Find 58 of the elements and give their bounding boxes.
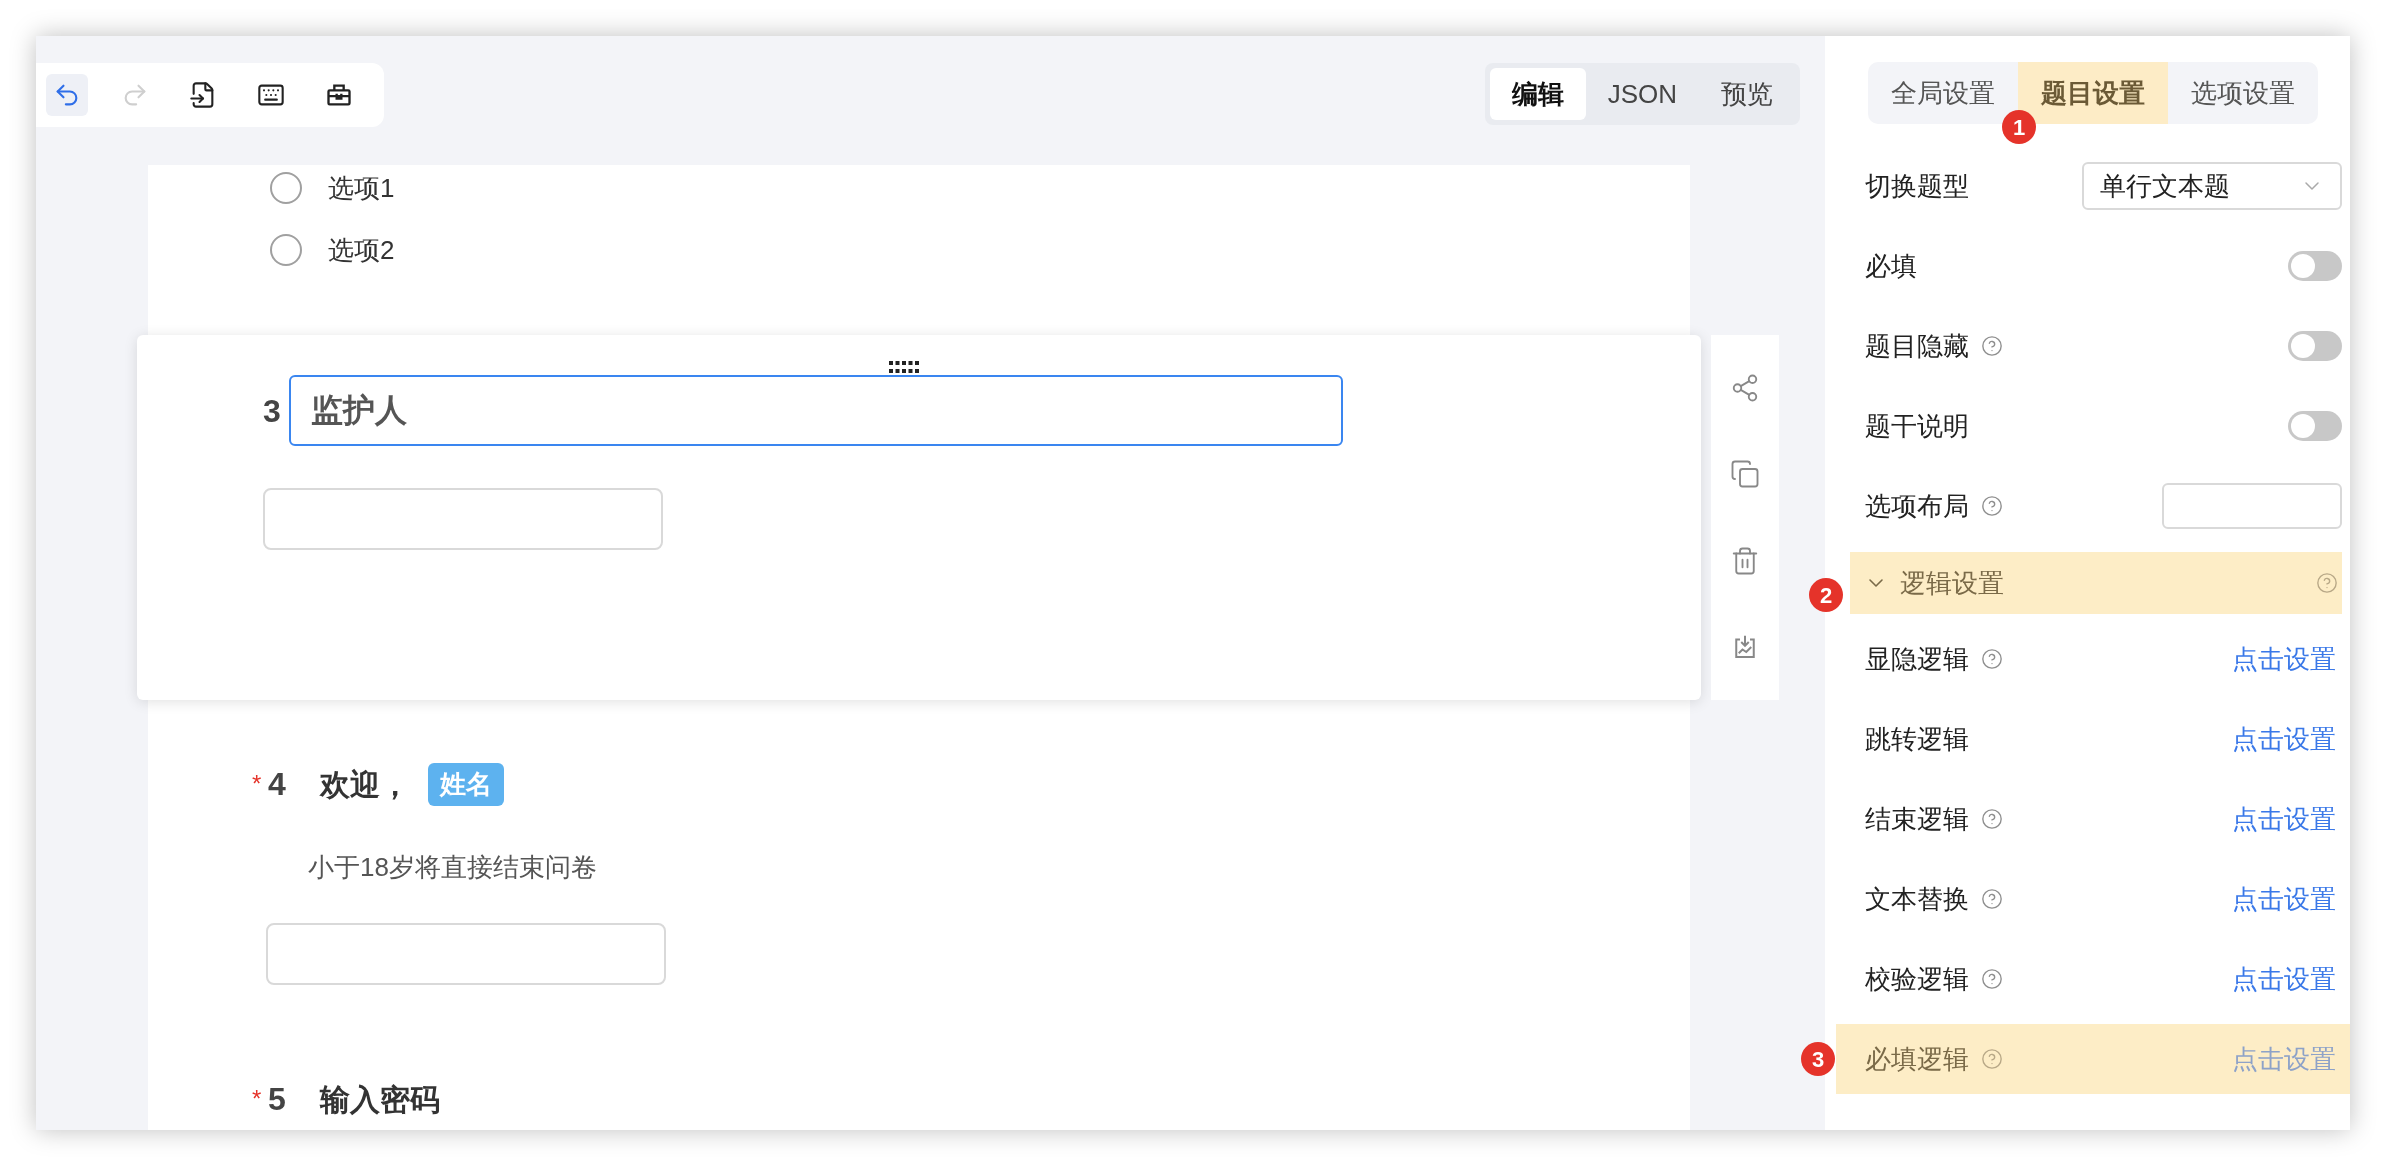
question-description: 小于18岁将直接结束问卷 — [308, 851, 598, 884]
question-title-field[interactable]: 监护人 — [288, 375, 1343, 446]
setting-label: 文本替换 — [1865, 882, 1969, 916]
layout-input-field[interactable] — [2162, 483, 2342, 529]
help-icon[interactable] — [1981, 1048, 2003, 1070]
setting-label: 选项布局 — [1865, 489, 1969, 523]
setting-label: 切换题型 — [1865, 169, 1969, 203]
question-type-select[interactable]: 单行文本题 — [2082, 162, 2342, 210]
setting-label: 校验逻辑 — [1865, 962, 1969, 996]
delete-icon[interactable] — [1730, 545, 1760, 576]
setting-label: 显隐逻辑 — [1865, 642, 1969, 676]
set-link[interactable]: 点击设置 — [2232, 639, 2336, 679]
required-asterisk: * — [252, 770, 262, 797]
undo-button[interactable] — [46, 74, 88, 116]
step-marker: 1 — [2002, 110, 2036, 144]
setting-label: 跳转逻辑 — [1865, 722, 1969, 756]
required-asterisk: * — [252, 1085, 262, 1112]
set-link[interactable]: 点击设置 — [2232, 719, 2336, 759]
step-marker: 3 — [1801, 1042, 1835, 1076]
radio-button[interactable] — [270, 172, 302, 204]
option-label: 选项1 — [328, 171, 395, 205]
toggle-switch[interactable] — [2288, 411, 2342, 441]
set-link[interactable]: 点击设置 — [2232, 799, 2336, 839]
mode-tab[interactable]: 编辑 — [1489, 68, 1586, 120]
copy-icon[interactable] — [1730, 459, 1760, 490]
help-icon[interactable] — [2316, 572, 2338, 594]
help-icon[interactable] — [1981, 808, 2003, 830]
help-icon[interactable] — [1981, 888, 2003, 910]
drag-handle-icon[interactable] — [889, 361, 919, 373]
setting-label: 题目隐藏 — [1865, 329, 1969, 363]
radio-button[interactable] — [270, 234, 302, 266]
setting-label: 必填逻辑 — [1865, 1042, 1969, 1076]
help-icon[interactable] — [1981, 648, 2003, 670]
toggle-switch[interactable] — [2288, 331, 2342, 361]
set-link[interactable]: 点击设置 — [2232, 959, 2336, 999]
option-label: 选项2 — [328, 233, 395, 267]
answer-field[interactable] — [263, 488, 663, 550]
setting-label: 必填 — [1865, 249, 1917, 283]
question-title: 欢迎， — [319, 766, 410, 803]
setting-label: 题干说明 — [1865, 409, 1969, 443]
help-icon[interactable] — [1981, 968, 2003, 990]
help-icon[interactable] — [1981, 495, 2003, 517]
question-title: 输入密码 — [319, 1081, 440, 1118]
question-number: 5 — [268, 1080, 286, 1119]
set-link[interactable]: 点击设置 — [2232, 879, 2336, 919]
mode-tab[interactable]: JSON — [1585, 68, 1699, 120]
question-number: 3 — [263, 391, 281, 431]
answer-field[interactable] — [266, 923, 666, 985]
name-tag: 姓名 — [427, 762, 504, 806]
step-marker: 2 — [1809, 578, 1843, 612]
logic-section-header[interactable]: 逻辑设置 — [1850, 552, 2342, 614]
mode-tab[interactable]: 预览 — [1699, 68, 1795, 120]
question-number: 4 — [268, 765, 286, 804]
logic-nodes-icon[interactable] — [1730, 373, 1760, 404]
setting-label: 结束逻辑 — [1865, 802, 1969, 836]
help-icon[interactable] — [1981, 335, 2003, 357]
toggle-switch[interactable] — [2288, 251, 2342, 281]
settings-tab[interactable]: 选项设置 — [2168, 62, 2318, 124]
